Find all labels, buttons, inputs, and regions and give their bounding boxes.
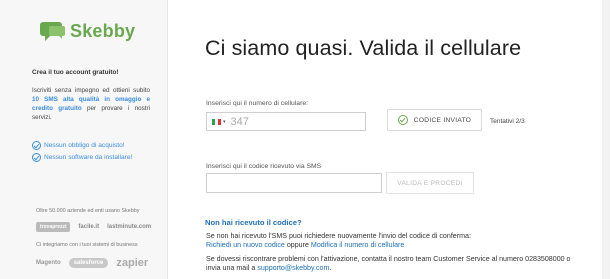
benefit-no-purchase: Nessun obbligo di acquisto! bbox=[32, 141, 125, 150]
lastminute-logo: lastminute.com bbox=[107, 224, 152, 230]
trovaprezzi-logo: trovaprezzi bbox=[36, 222, 71, 232]
customer-logos: trovaprezzi facile.it lastminute.com bbox=[36, 222, 151, 232]
modify-number-link[interactable]: Modifica il numero di cellulare bbox=[311, 241, 404, 249]
sidebar: Skebby Crea il tuo account gratuito! Isc… bbox=[0, 0, 168, 279]
zapier-logo: zapier bbox=[116, 257, 149, 269]
support-end: . bbox=[329, 264, 332, 272]
new-code-link[interactable]: Richiedi un nuovo codice bbox=[206, 241, 285, 249]
benefit-label: Nessun software da installare! bbox=[44, 154, 133, 161]
phone-label: Inserisci qui il numero di cellulare: bbox=[206, 100, 308, 107]
phone-field[interactable]: ▾ 347 bbox=[206, 112, 366, 131]
facile-logo: facile.it bbox=[78, 224, 100, 230]
benefit-label: Nessun obbligo di acquisto! bbox=[44, 142, 125, 149]
phone-value[interactable]: 347 bbox=[231, 116, 249, 128]
check-circle-icon bbox=[32, 141, 41, 150]
resend-text: Se non hai ricevuto l'SMS puoi richieder… bbox=[206, 232, 471, 240]
code-sent-button[interactable]: CODICE INVIATO bbox=[387, 109, 482, 131]
integrations-text: Ci integriamo con i tuoi sistemi di busi… bbox=[36, 242, 138, 248]
check-circle-icon bbox=[397, 115, 408, 125]
or-text: oppure bbox=[284, 241, 311, 249]
salesforce-logo: salesforce bbox=[68, 258, 109, 268]
check-circle-icon bbox=[32, 153, 41, 162]
right-margin bbox=[602, 0, 610, 279]
code-sent-label: CODICE INVIATO bbox=[413, 116, 472, 124]
integration-logos: Magento salesforce zapier bbox=[36, 257, 148, 269]
verify-label: VALIDA E PROCEDI bbox=[397, 179, 463, 187]
verify-button[interactable]: VALIDA E PROCEDI bbox=[386, 172, 474, 194]
resend-help: Se non hai ricevuto l'SMS puoi richieder… bbox=[206, 232, 586, 250]
benefit-no-software: Nessun software da installare! bbox=[32, 153, 132, 162]
signup-title: Crea il tuo account gratuito! bbox=[32, 69, 119, 76]
no-code-title: Non hai ricevuto il codice? bbox=[205, 218, 302, 227]
page-title: Ci siamo quasi. Valida il cellulare bbox=[205, 36, 522, 60]
skebby-logo[interactable]: Skebby bbox=[40, 18, 135, 44]
attempts-counter: Tentativi 2/3 bbox=[490, 118, 525, 125]
chevron-down-icon[interactable]: ▾ bbox=[223, 119, 226, 125]
trusted-by-text: Oltre 50.000 aziende ed enti usano Skebb… bbox=[36, 208, 140, 214]
code-label: Inserisci qui il codice ricevuto via SMS bbox=[206, 163, 322, 170]
signup-description: Iscriviti senza impegno ed ottieni subit… bbox=[32, 86, 150, 122]
support-email-link[interactable]: supporto@skebby.com bbox=[257, 264, 329, 272]
support-help: Se dovessi riscontrare problemi con l'at… bbox=[206, 255, 586, 273]
italy-flag-icon[interactable] bbox=[212, 118, 221, 125]
speech-bubble-icon bbox=[40, 22, 65, 41]
magento-logo: Magento bbox=[36, 260, 61, 266]
description-text: Iscriviti senza impegno ed ottieni subit… bbox=[32, 87, 150, 94]
brand-name: Skebby bbox=[70, 20, 136, 41]
sms-code-input[interactable] bbox=[206, 173, 382, 193]
